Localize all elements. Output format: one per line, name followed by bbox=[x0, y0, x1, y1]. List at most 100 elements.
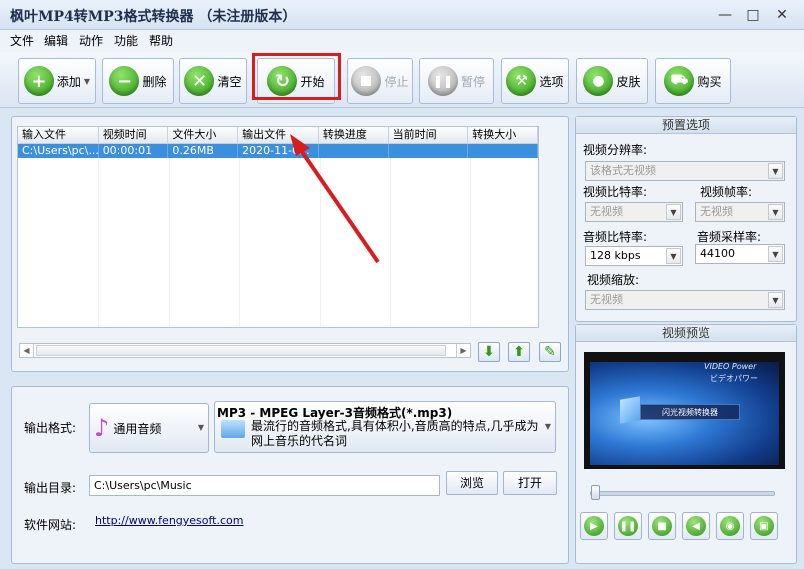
stop-icon bbox=[351, 66, 382, 96]
menu-help[interactable]: 帮助 bbox=[149, 32, 173, 49]
format-category-select[interactable]: ♪ 通用音频 ▼ bbox=[89, 403, 209, 453]
site-label: 软件网站: bbox=[24, 518, 77, 532]
clear-button[interactable]: ✕ 清空 bbox=[179, 58, 247, 104]
audio-samplerate-label: 音频采样率: bbox=[697, 230, 762, 244]
annotation-arrow bbox=[290, 134, 380, 264]
seek-track[interactable] bbox=[590, 491, 775, 496]
brand-bottom: ビデオパワー bbox=[710, 374, 758, 383]
scroll-right-icon[interactable]: ▶ bbox=[456, 344, 470, 357]
window-title: 枫叶MP4转MP3格式转换器 （未注册版本） bbox=[10, 9, 297, 25]
table-cell: C:\Users\pc\... bbox=[18, 144, 99, 158]
column-header[interactable]: 文件大小 bbox=[168, 127, 239, 143]
output-format-label: 输出格式: bbox=[24, 421, 77, 435]
video-fps-label: 视频帧率: bbox=[700, 185, 753, 199]
seek-handle[interactable] bbox=[591, 485, 600, 500]
chevron-down-icon: ▼ bbox=[768, 246, 783, 262]
table-header: 输入文件 视频时间 文件大小 输出文件 转换进度 当前时间 转换大小 bbox=[18, 127, 538, 144]
table-cell bbox=[389, 144, 469, 158]
table-cell: 0.26MB bbox=[168, 144, 239, 158]
scroll-thumb[interactable] bbox=[36, 345, 446, 356]
chevron-down-icon: ▼ bbox=[197, 423, 204, 432]
chevron-down-icon: ▼ bbox=[768, 163, 783, 179]
windows-logo-icon bbox=[620, 396, 640, 424]
chevron-down-icon: ▼ bbox=[83, 76, 91, 86]
snapshot-button[interactable]: ◉ bbox=[716, 512, 744, 540]
video-resolution-select[interactable]: 该格式无视频 ▼ bbox=[585, 161, 785, 181]
audio-bitrate-select[interactable]: 128 kbps ▼ bbox=[585, 246, 683, 266]
close-button[interactable]: ✕ bbox=[773, 6, 791, 24]
pause-icon: ❚❚ bbox=[618, 516, 638, 536]
delete-button[interactable]: − 删除 bbox=[102, 58, 174, 104]
minimize-button[interactable]: — bbox=[716, 6, 734, 24]
output-dir-label: 输出目录: bbox=[24, 481, 77, 495]
stop-preview-button[interactable]: ■ bbox=[648, 512, 676, 540]
move-down-button[interactable]: ⬇ bbox=[478, 342, 500, 362]
horizontal-scrollbar[interactable]: ◀ ▶ bbox=[19, 343, 471, 358]
skin-button[interactable]: ● 皮肤 bbox=[576, 58, 648, 104]
chevron-down-icon: ▼ bbox=[666, 248, 681, 264]
stop-icon: ■ bbox=[652, 516, 672, 536]
video-bitrate-select[interactable]: 无视频 ▼ bbox=[585, 202, 683, 222]
play-icon: ▶ bbox=[584, 516, 604, 536]
menu-function[interactable]: 功能 bbox=[114, 32, 138, 49]
maximize-button[interactable]: □ bbox=[744, 6, 762, 24]
presets-title: 预置选项 bbox=[576, 117, 796, 134]
chevron-down-icon: ▼ bbox=[768, 204, 783, 220]
video-fps-select[interactable]: 无视频 ▼ bbox=[695, 202, 785, 222]
open-button[interactable]: 打开 bbox=[503, 471, 557, 495]
play-button[interactable]: ▶ bbox=[580, 512, 608, 540]
move-up-button[interactable]: ⬆ bbox=[508, 342, 530, 362]
format-description: 最流行的音频格式,具有体积小,音质高的特点,几乎成为网上音乐的代名词 bbox=[251, 419, 539, 448]
video-scale-label: 视频缩放: bbox=[587, 273, 640, 287]
video-preview: VIDEO Power ビデオパワー 闪光视频转换器 bbox=[584, 352, 785, 469]
cart-icon: ⛟ bbox=[664, 66, 695, 96]
edit-button[interactable]: ✎ bbox=[539, 342, 561, 362]
menu-file[interactable]: 文件 bbox=[10, 32, 34, 49]
arrow-up-icon: ⬆ bbox=[513, 344, 525, 360]
video-scale-select[interactable]: 无视频 ▼ bbox=[585, 290, 785, 310]
menu-action[interactable]: 动作 bbox=[79, 32, 103, 49]
column-header[interactable]: 转换大小 bbox=[468, 127, 538, 143]
table-row[interactable]: C:\Users\pc\... 00:00:01 0.26MB 2020-11-… bbox=[18, 144, 538, 158]
output-dir-input[interactable]: C:\Users\pc\Music bbox=[89, 475, 440, 496]
chevron-down-icon: ▼ bbox=[768, 292, 783, 308]
format-select[interactable]: MP3 - MPEG Layer-3音频格式(*.mp3) 最流行的音频格式,具… bbox=[214, 401, 556, 453]
site-link[interactable]: http://www.fengyesoft.com bbox=[95, 514, 244, 527]
app-banner: 闪光视频转换器 bbox=[640, 404, 740, 420]
apple-icon: ● bbox=[583, 66, 614, 96]
fullscreen-button[interactable]: ▣ bbox=[750, 512, 778, 540]
minus-icon: − bbox=[109, 66, 140, 96]
column-header[interactable]: 输入文件 bbox=[18, 127, 99, 143]
pause-button[interactable]: ❚❚ 暂停 bbox=[419, 58, 494, 104]
start-button-highlight bbox=[252, 53, 341, 100]
plus-icon: + bbox=[23, 66, 54, 96]
menu-edit[interactable]: 编辑 bbox=[44, 32, 68, 49]
video-bitrate-label: 视频比特率: bbox=[583, 185, 648, 199]
video-resolution-label: 视频分辨率: bbox=[583, 143, 648, 157]
stop-button[interactable]: 停止 bbox=[347, 58, 413, 104]
speaker-icon: ◀ bbox=[686, 516, 706, 536]
buy-button[interactable]: ⛟ 购买 bbox=[655, 58, 731, 104]
tools-icon: ⚒ bbox=[506, 66, 537, 96]
file-table: 输入文件 视频时间 文件大小 输出文件 转换进度 当前时间 转换大小 C:\Us… bbox=[17, 126, 539, 328]
mute-button[interactable]: ◀ bbox=[682, 512, 710, 540]
add-button[interactable]: + 添加 ▼ bbox=[18, 58, 96, 104]
browse-button[interactable]: 浏览 bbox=[446, 471, 498, 495]
camera-icon: ◉ bbox=[720, 516, 740, 536]
preview-title: 视频预览 bbox=[576, 325, 796, 342]
audio-samplerate-select[interactable]: 44100 ▼ bbox=[695, 244, 785, 264]
scroll-left-icon[interactable]: ◀ bbox=[20, 344, 34, 357]
table-cell bbox=[468, 144, 538, 158]
column-header[interactable]: 视频时间 bbox=[99, 127, 169, 143]
pause-icon: ❚❚ bbox=[427, 66, 458, 96]
music-note-icon: ♪ bbox=[94, 414, 110, 442]
table-grid bbox=[18, 158, 538, 327]
fullscreen-icon: ▣ bbox=[754, 516, 774, 536]
options-button[interactable]: ⚒ 选项 bbox=[501, 58, 569, 104]
folder-icon bbox=[221, 420, 245, 438]
clear-x-icon: ✕ bbox=[184, 66, 215, 96]
pause-preview-button[interactable]: ❚❚ bbox=[614, 512, 642, 540]
brand-top: VIDEO Power bbox=[704, 362, 757, 371]
table-cell: 00:00:01 bbox=[99, 144, 169, 158]
column-header[interactable]: 当前时间 bbox=[389, 127, 469, 143]
